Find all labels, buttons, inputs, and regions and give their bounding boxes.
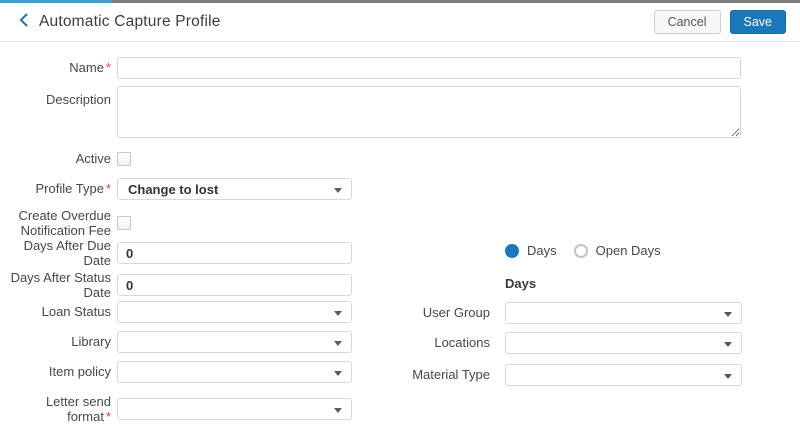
item-policy-label: Item policy: [48, 364, 111, 380]
days-section-heading: Days: [505, 276, 537, 291]
locations-select[interactable]: [505, 332, 742, 354]
field-row-locations: Locations: [400, 332, 742, 354]
page-header: Automatic Capture Profile Cancel Save: [0, 3, 800, 42]
days-after-status-date-input[interactable]: [117, 274, 352, 297]
material-type-select[interactable]: [505, 364, 742, 386]
chevron-down-icon: [334, 188, 342, 193]
item-policy-select[interactable]: [117, 361, 352, 383]
days-after-status-date-label: Days After Status Date: [10, 270, 111, 301]
field-row-item-policy: Item policy: [0, 361, 352, 383]
loan-status-label: Loan Status: [41, 304, 111, 320]
loan-status-select[interactable]: [117, 301, 352, 323]
profile-type-value: Change to lost: [128, 181, 219, 197]
letter-send-format-select[interactable]: [117, 398, 352, 421]
day-type-option-open-days[interactable]: Open Days: [573, 243, 661, 258]
library-label: Library: [71, 334, 111, 350]
chevron-down-icon: [334, 408, 342, 414]
chevron-down-icon: [724, 342, 732, 347]
material-type-label: Material Type: [412, 367, 490, 383]
required-marker: *: [105, 60, 111, 76]
radio-unselected-icon: [573, 243, 588, 258]
name-input[interactable]: [117, 57, 741, 79]
field-row-days-after-status-date: Days After Status Date: [0, 270, 352, 301]
locations-label: Locations: [434, 335, 490, 351]
days-after-due-date-input[interactable]: [117, 242, 352, 265]
profile-type-label: Profile Type *: [35, 181, 111, 197]
create-overdue-fee-checkbox[interactable]: [117, 216, 131, 231]
save-button[interactable]: Save: [729, 10, 786, 34]
cancel-button[interactable]: Cancel: [653, 10, 721, 34]
profile-type-select[interactable]: Change to lost: [117, 178, 352, 200]
field-row-material-type: Material Type: [400, 364, 742, 386]
field-row-description: Description: [0, 86, 741, 138]
field-row-create-overdue-fee: Create Overdue Notification Fee: [0, 208, 131, 239]
library-select[interactable]: [117, 331, 352, 353]
user-group-label: User Group: [422, 305, 490, 321]
letter-send-format-label: Letter send format *: [45, 394, 111, 425]
day-type-open-days-label: Open Days: [595, 243, 661, 258]
day-type-option-days[interactable]: Days: [505, 243, 557, 258]
description-textarea[interactable]: [117, 86, 741, 138]
radio-selected-icon: [505, 243, 519, 258]
header-actions: Cancel Save: [653, 10, 786, 34]
field-row-profile-type: Profile Type * Change to lost: [0, 178, 352, 200]
back-button[interactable]: [13, 11, 35, 33]
field-row-name: Name *: [0, 57, 741, 79]
field-row-days-after-due-date: Days After Due Date: [0, 238, 352, 269]
active-checkbox[interactable]: [117, 151, 131, 166]
field-row-user-group: User Group: [400, 302, 742, 324]
create-overdue-fee-label: Create Overdue Notification Fee: [18, 208, 112, 239]
field-row-active: Active: [0, 151, 131, 166]
page-title: Automatic Capture Profile: [39, 13, 221, 30]
chevron-down-icon: [334, 341, 342, 346]
days-after-due-date-label: Days After Due Date: [23, 238, 111, 269]
day-type-days-label: Days: [527, 243, 557, 258]
chevron-down-icon: [334, 311, 342, 316]
field-row-letter-send-format: Letter send format *: [0, 394, 352, 425]
required-marker: *: [105, 181, 111, 197]
active-label: Active: [75, 151, 111, 166]
chevron-down-icon: [334, 371, 342, 376]
required-marker: *: [105, 409, 111, 425]
description-label: Description: [45, 92, 111, 107]
day-type-radio-group: Days Open Days: [505, 243, 661, 258]
chevron-down-icon: [724, 374, 732, 379]
field-row-library: Library: [0, 331, 352, 353]
field-row-loan-status: Loan Status: [0, 301, 352, 323]
user-group-select[interactable]: [505, 302, 742, 324]
chevron-down-icon: [724, 312, 732, 317]
chevron-left-icon: [16, 12, 32, 33]
name-label: Name *: [69, 60, 111, 76]
